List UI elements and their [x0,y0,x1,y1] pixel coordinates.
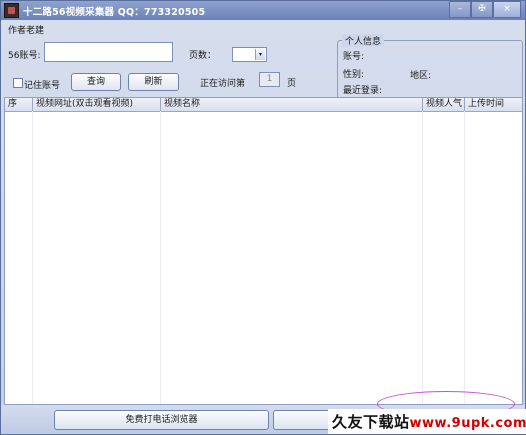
info-gender-label: 性别: [343,70,365,80]
author-label: 作者老建 [8,26,45,36]
column-divider [422,111,423,404]
watermark: 久友下载站www.9upk.com [332,411,526,432]
column-divider [464,111,465,404]
query-button[interactable]: 查询 [71,73,121,91]
video-table[interactable]: 序 视频网址(双击观看视频) 视频名称 视频人气 上传时间 [4,97,523,405]
column-header-url[interactable]: 视频网址(双击观看视频) [33,98,161,111]
minimize-icon[interactable]: – [449,1,471,18]
pages-select[interactable]: ▾ [232,47,267,62]
close-icon[interactable]: × [493,1,521,18]
refresh-button[interactable]: 刷新 [128,73,179,91]
pages-label: 页数： [189,51,217,61]
account-label: 56账号: [8,51,41,61]
column-header-upload-time[interactable]: 上传时间 [465,98,522,111]
column-divider [160,111,161,404]
remember-label[interactable]: 记住账号 [24,78,60,91]
watermark-brand: 久友下载站 [332,413,410,431]
column-header-popularity[interactable]: 视频人气 [423,98,465,111]
account-input[interactable] [44,42,173,62]
title-bar[interactable]: 十二路56视频采集器 QQ：773320505 – ✠ × [1,1,525,20]
window-title: 十二路56视频采集器 QQ：773320505 [23,7,206,18]
visiting-label: 正在访问第 [200,79,246,89]
info-region-label: 地区: [410,71,432,81]
page-unit-label: 页 [287,79,297,89]
column-header-index[interactable]: 序 [5,98,33,111]
current-page-field: 1 [259,72,280,87]
maximize-icon[interactable]: ✠ [471,1,493,18]
main-window: 十二路56视频采集器 QQ：773320505 – ✠ × 作者老建 56账号:… [0,0,526,435]
info-last-login-label: 最近登录: [343,86,383,96]
column-divider [32,111,33,404]
chevron-down-icon[interactable]: ▾ [255,49,265,60]
app-icon [4,3,19,18]
info-account-label: 账号: [343,52,365,62]
watermark-url: www.9upk.com [409,416,526,431]
column-header-name[interactable]: 视频名称 [161,98,423,111]
personal-info-title: 个人信息 [342,34,385,47]
remember-checkbox[interactable] [13,78,23,88]
free-call-browser-button[interactable]: 免费打电话浏览器 [54,410,269,430]
table-header: 序 视频网址(双击观看视频) 视频名称 视频人气 上传时间 [5,98,522,112]
